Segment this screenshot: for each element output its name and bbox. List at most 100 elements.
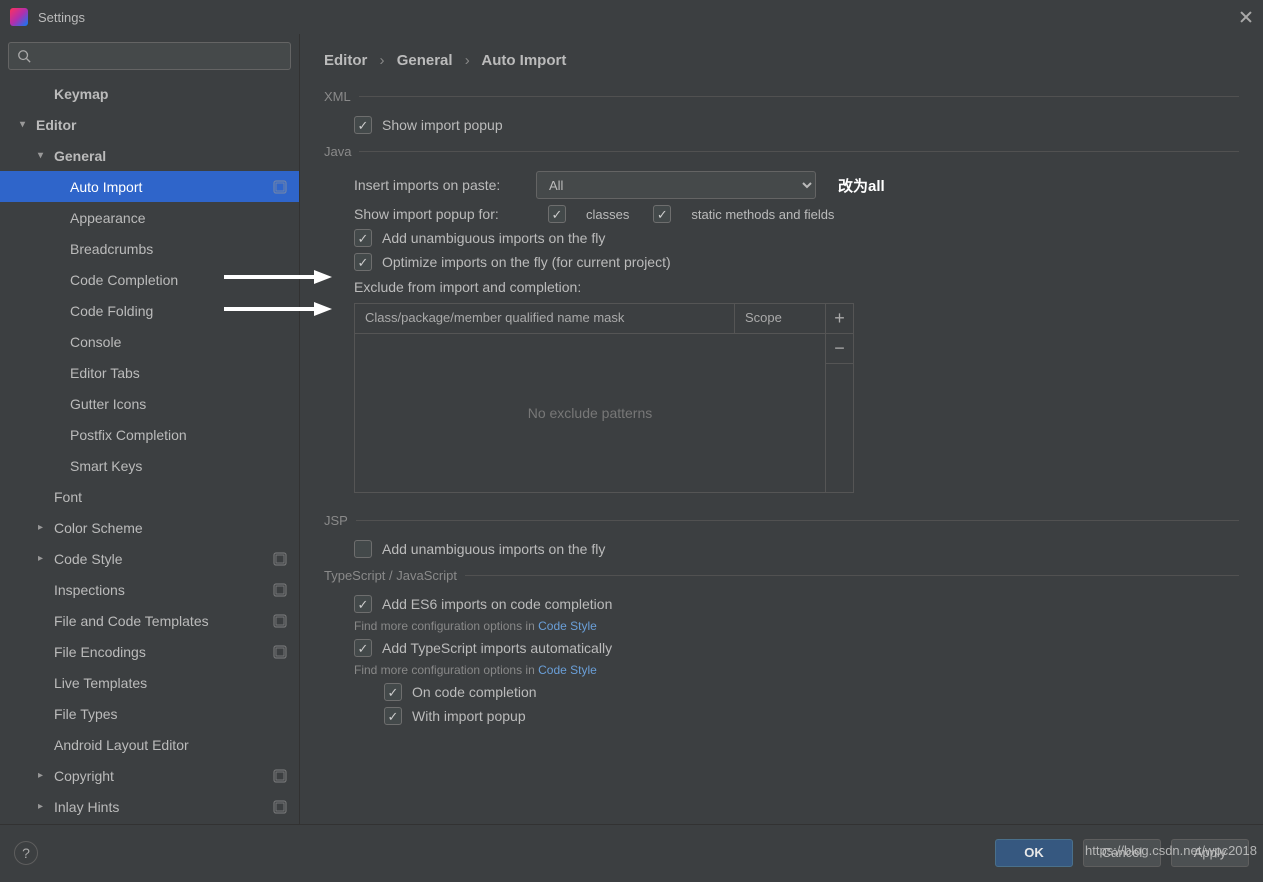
- on-completion-checkbox[interactable]: [384, 683, 402, 701]
- sidebar-item-label: Font: [54, 489, 82, 505]
- scope-icon: [273, 552, 287, 566]
- section-xml: XML: [324, 89, 1239, 104]
- chevron-icon: ▸: [38, 522, 48, 533]
- sidebar-item-breadcrumbs[interactable]: Breadcrumbs: [0, 233, 299, 264]
- sidebar-item-font[interactable]: Font: [0, 481, 299, 512]
- sidebar-item-smart-keys[interactable]: Smart Keys: [0, 450, 299, 481]
- sidebar-item-inspections[interactable]: Inspections: [0, 574, 299, 605]
- xml-show-import-popup-row: Show import popup: [324, 116, 1239, 134]
- chevron-right-icon: ›: [380, 52, 385, 69]
- sidebar-item-inlay-hints[interactable]: ▸ Inlay Hints: [0, 791, 299, 822]
- sidebar-item-editor[interactable]: ▾Editor: [0, 109, 299, 140]
- add-unambiguous-checkbox[interactable]: [354, 229, 372, 247]
- search-input[interactable]: [8, 42, 291, 70]
- ts-imports-checkbox[interactable]: [354, 639, 372, 657]
- form-label: Show import popup for:: [354, 206, 524, 222]
- scope-icon: [273, 769, 287, 783]
- sidebar-item-code-completion[interactable]: Code Completion: [0, 264, 299, 295]
- sidebar-item-label: Appearance: [70, 210, 146, 226]
- classes-checkbox[interactable]: [548, 205, 566, 223]
- breadcrumb-part: General: [397, 52, 453, 69]
- sidebar-item-file-encodings[interactable]: File Encodings: [0, 636, 299, 667]
- sidebar-item-copyright[interactable]: ▸Copyright: [0, 760, 299, 791]
- add-button[interactable]: +: [826, 304, 853, 334]
- ok-button[interactable]: OK: [995, 839, 1073, 867]
- sidebar-item-label: Live Templates: [54, 675, 147, 691]
- sidebar-item-auto-import[interactable]: Auto Import: [0, 171, 299, 202]
- xml-show-import-popup-checkbox[interactable]: [354, 116, 372, 134]
- sidebar-item-code-style[interactable]: ▸Code Style: [0, 543, 299, 574]
- hint-text: Find more configuration options in Code …: [354, 619, 1239, 633]
- apply-button[interactable]: Apply: [1171, 839, 1249, 867]
- insert-imports-select[interactable]: All: [536, 171, 816, 199]
- sidebar-item-label: Postfix Completion: [70, 427, 187, 443]
- jsp-unambiguous-row: Add unambiguous imports on the fly: [324, 540, 1239, 558]
- chevron-right-icon: ›: [465, 52, 470, 69]
- chevron-icon: ▸: [38, 770, 48, 781]
- code-style-link[interactable]: Code Style: [538, 663, 597, 677]
- settings-sidebar: Keymap ▾Editor▾General Auto Import Appearan…: [0, 34, 300, 824]
- table-empty-text: No exclude patterns: [355, 334, 825, 492]
- with-popup-row: With import popup: [324, 707, 1239, 725]
- sidebar-item-android-layout-editor[interactable]: Android Layout Editor: [0, 729, 299, 760]
- scope-icon: [273, 583, 287, 597]
- sidebar-item-label: Console: [70, 334, 121, 350]
- sidebar-item-postfix-completion[interactable]: Postfix Completion: [0, 419, 299, 450]
- sidebar-item-live-templates[interactable]: Live Templates: [0, 667, 299, 698]
- checkbox-label: static methods and fields: [691, 207, 834, 222]
- sidebar-item-label: Smart Keys: [70, 458, 142, 474]
- cancel-button[interactable]: Cancel: [1083, 839, 1161, 867]
- sidebar-item-label: File and Code Templates: [54, 613, 209, 629]
- sidebar-item-label: Gutter Icons: [70, 396, 146, 412]
- sidebar-item-gutter-icons[interactable]: Gutter Icons: [0, 388, 299, 419]
- es6-imports-checkbox[interactable]: [354, 595, 372, 613]
- code-style-link[interactable]: Code Style: [538, 619, 597, 633]
- breadcrumb-part: Auto Import: [481, 52, 566, 69]
- sidebar-item-label: Keymap: [54, 86, 108, 102]
- sidebar-item-keymap[interactable]: Keymap: [0, 78, 299, 109]
- jsp-unambiguous-checkbox[interactable]: [354, 540, 372, 558]
- sidebar-item-label: Breadcrumbs: [70, 241, 153, 257]
- optimize-imports-row: Optimize imports on the fly (for current…: [324, 253, 1239, 271]
- help-button[interactable]: ?: [14, 841, 38, 865]
- main-panel: Editor › General › Auto Import XML Show …: [300, 34, 1263, 824]
- static-checkbox[interactable]: [653, 205, 671, 223]
- sidebar-item-code-folding[interactable]: Code Folding: [0, 295, 299, 326]
- chevron-icon: ▾: [20, 119, 30, 130]
- sidebar-item-file-and-code-templates[interactable]: File and Code Templates: [0, 605, 299, 636]
- sidebar-item-label: Editor Tabs: [70, 365, 140, 381]
- app-icon: [10, 8, 28, 26]
- sidebar-item-label: File Encodings: [54, 644, 146, 660]
- settings-tree[interactable]: Keymap ▾Editor▾General Auto Import Appearan…: [0, 78, 299, 824]
- sidebar-item-general[interactable]: ▾General: [0, 140, 299, 171]
- checkbox-label: Optimize imports on the fly (for current…: [382, 254, 671, 270]
- on-completion-row: On code completion: [324, 683, 1239, 701]
- table-header-scope: Scope: [735, 304, 825, 334]
- optimize-imports-checkbox[interactable]: [354, 253, 372, 271]
- breadcrumb-part: Editor: [324, 52, 367, 69]
- with-popup-checkbox[interactable]: [384, 707, 402, 725]
- sidebar-item-label: Inlay Hints: [54, 799, 119, 815]
- sidebar-item-label: Code Completion: [70, 272, 178, 288]
- scope-icon: [273, 614, 287, 628]
- sidebar-item-console[interactable]: Console: [0, 326, 299, 357]
- show-popup-for-row: Show import popup for: classes static me…: [354, 205, 1239, 223]
- sidebar-item-appearance[interactable]: Appearance: [0, 202, 299, 233]
- section-ts: TypeScript / JavaScript: [324, 568, 1239, 583]
- checkbox-label: Show import popup: [382, 117, 503, 133]
- chevron-icon: ▸: [38, 801, 48, 812]
- sidebar-item-label: Android Layout Editor: [54, 737, 189, 753]
- scope-icon: [273, 645, 287, 659]
- sidebar-item-label: Auto Import: [70, 179, 142, 195]
- exclude-table: Class/package/member qualified name mask…: [354, 303, 854, 493]
- remove-button[interactable]: −: [826, 334, 853, 364]
- sidebar-item-label: Color Scheme: [54, 520, 143, 536]
- sidebar-item-color-scheme[interactable]: ▸ Color Scheme: [0, 512, 299, 543]
- sidebar-item-file-types[interactable]: File Types: [0, 698, 299, 729]
- hint-text: Find more configuration options in Code …: [354, 663, 1239, 677]
- section-java: Java: [324, 144, 1239, 159]
- checkbox-label: Add unambiguous imports on the fly: [382, 230, 605, 246]
- sidebar-item-editor-tabs[interactable]: Editor Tabs: [0, 357, 299, 388]
- close-icon[interactable]: [1239, 10, 1253, 24]
- dialog-footer: ? OK Cancel Apply: [0, 824, 1263, 880]
